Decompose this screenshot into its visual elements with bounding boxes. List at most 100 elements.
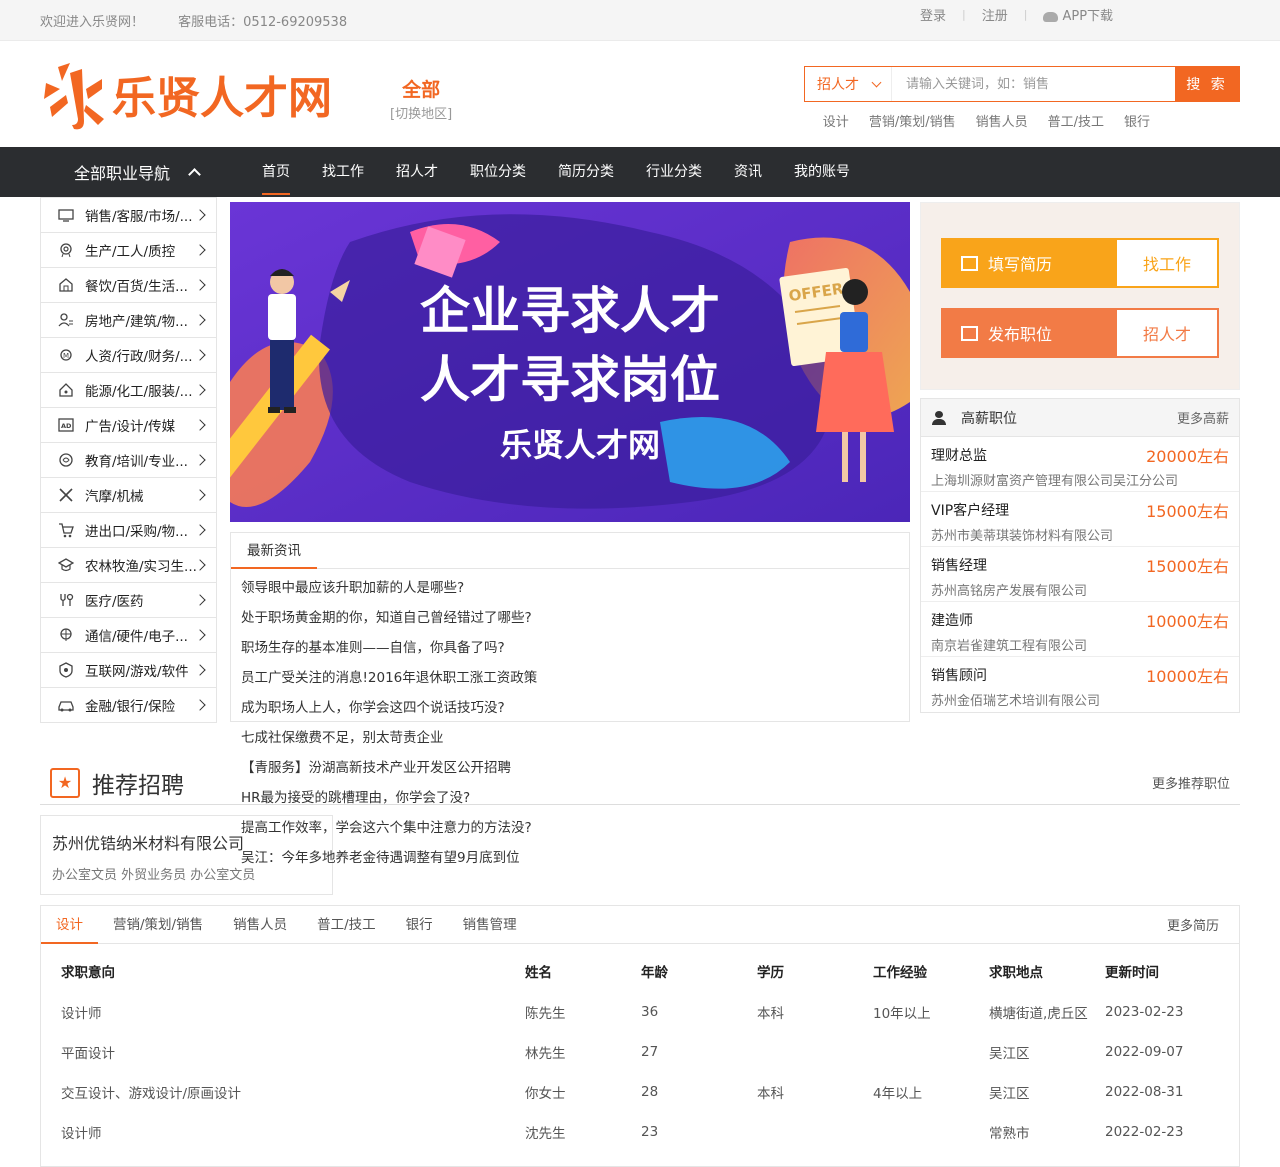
category-sidebar: 销售/客服/市场/... 生产/工人/质控 餐饮/百货/生活... 房地产/建筑… xyxy=(40,197,217,723)
fill-resume-button[interactable]: 填写简历 找工作 xyxy=(941,238,1219,288)
cell-name: 你女士 xyxy=(525,1086,566,1102)
tab-bank[interactable]: 银行 xyxy=(391,906,448,944)
hero-banner[interactable]: OFFER 企业寻求人才 人才寻求岗位 乐贤人才网 xyxy=(230,202,910,522)
nav-item-find-talent[interactable]: 招人才 xyxy=(396,147,438,197)
search-button[interactable]: 搜 索 xyxy=(1175,67,1239,101)
table-header-row: 求职意向 姓名 年龄 学历 工作经验 求职地点 更新时间 xyxy=(61,950,1219,992)
hot-keyword[interactable]: 银行 xyxy=(1124,111,1150,130)
id-card-icon xyxy=(961,325,978,341)
sidebar-item-medical[interactable]: 医疗/医药 xyxy=(41,582,216,617)
post-job-button[interactable]: 发布职位 招人才 xyxy=(941,308,1219,358)
news-item[interactable]: 领导眼中最应该升职加薪的人是哪些? xyxy=(241,573,577,603)
high-salary-job-row[interactable]: VIP客户经理 15000左右 苏州市美蒂琪装饰材料有限公司 xyxy=(921,492,1239,547)
all-categories-toggle[interactable]: 全部职业导航 xyxy=(40,160,216,184)
nav-item-my-account[interactable]: 我的账号 xyxy=(794,147,850,197)
all-categories-label: 全部职业导航 xyxy=(74,164,171,183)
nav-item-home[interactable]: 首页 xyxy=(262,147,290,197)
sidebar-item-telecom[interactable]: 通信/硬件/电子... xyxy=(41,617,216,652)
more-high-salary-link[interactable]: 更多高薪 xyxy=(1177,408,1229,427)
hot-keyword[interactable]: 普工/技工 xyxy=(1048,111,1104,130)
more-resumes-link[interactable]: 更多简历 xyxy=(1167,915,1219,934)
sidebar-item-label: 餐饮/百货/生活... xyxy=(85,279,188,295)
job-company: 苏州高铭房产发展有限公司 xyxy=(931,584,1088,599)
more-recommend-link[interactable]: 更多推荐职位 xyxy=(1152,773,1230,792)
high-salary-job-row[interactable]: 销售经理 15000左右 苏州高铭房产发展有限公司 xyxy=(921,547,1239,602)
news-item[interactable]: 吴江：今年多地养老金待遇调整有望9月底到位 xyxy=(241,843,577,873)
cell-experience: 4年以上 xyxy=(873,1086,923,1102)
nav-item-find-job[interactable]: 找工作 xyxy=(322,147,364,197)
sidebar-item-finance[interactable]: 金融/银行/保险 xyxy=(41,687,216,722)
tab-sales-management[interactable]: 销售管理 xyxy=(448,906,532,944)
sidebar-item-production[interactable]: 生产/工人/质控 xyxy=(41,232,216,267)
high-salary-job-row[interactable]: 销售顾问 10000左右 苏州金佰瑞艺术培训有限公司 xyxy=(921,657,1239,712)
banner-illustration: OFFER 企业寻求人才 人才寻求岗位 乐贤人才网 xyxy=(230,202,910,522)
job-salary: 10000左右 xyxy=(1146,612,1229,631)
divider: | xyxy=(1023,8,1028,21)
sidebar-item-education[interactable]: 教育/培训/专业... xyxy=(41,442,216,477)
main-nav: 全部职业导航 首页 找工作 招人才 职位分类 简历分类 行业分类 资讯 我的账号 xyxy=(0,147,1280,197)
find-talent-label: 招人才 xyxy=(1117,308,1219,358)
register-link[interactable]: 注册 xyxy=(982,5,1008,24)
table-row[interactable]: 设计师 沈先生 23 常熟市 2022-02-23 xyxy=(61,1112,1219,1152)
nav-item-news[interactable]: 资讯 xyxy=(734,147,762,197)
cell-updated: 2023-02-23 xyxy=(1105,1004,1184,1020)
sidebar-item-advertising[interactable]: AD 广告/设计/传媒 xyxy=(41,407,216,442)
network-icon xyxy=(57,627,75,643)
news-item[interactable]: 成为职场人上人，你学会这四个说话技巧没? xyxy=(241,693,577,723)
sidebar-item-label: 互联网/游戏/软件 xyxy=(85,664,189,680)
job-salary: 15000左右 xyxy=(1146,557,1229,576)
tab-design[interactable]: 设计 xyxy=(41,906,98,944)
sidebar-item-hr[interactable]: M 人资/行政/财务/... xyxy=(41,337,216,372)
cell-updated: 2022-09-07 xyxy=(1105,1044,1184,1060)
news-item[interactable]: 职场生存的基本准则——自信，你具备了吗? xyxy=(241,633,577,663)
sidebar-item-label: 能源/化工/服装/... xyxy=(85,384,193,400)
hot-keyword[interactable]: 销售人员 xyxy=(976,111,1028,130)
banner-headline-2: 人才寻求岗位 xyxy=(420,351,720,409)
sidebar-item-agriculture[interactable]: 农林牧渔/实习生... xyxy=(41,547,216,582)
sidebar-item-label: 房地产/建筑/物... xyxy=(85,314,188,330)
high-salary-job-row[interactable]: 建造师 10000左右 南京岩雀建筑工程有限公司 xyxy=(921,602,1239,657)
sidebar-item-label: 进出口/采购/物... xyxy=(85,524,188,540)
news-item[interactable]: 员工广受关注的消息!2016年退休职工涨工资政策 xyxy=(241,663,577,693)
sidebar-item-import-export[interactable]: 进出口/采购/物... xyxy=(41,512,216,547)
job-salary: 20000左右 xyxy=(1146,447,1229,466)
nav-item-industry[interactable]: 行业分类 xyxy=(646,147,702,197)
search-input[interactable] xyxy=(891,67,1175,101)
city-selector[interactable]: 全部 [切换地区] xyxy=(390,75,452,122)
tab-workers[interactable]: 普工/技工 xyxy=(302,906,391,944)
tab-latest-news[interactable]: 最新资讯 xyxy=(231,533,317,569)
news-item[interactable]: 七成社保缴费不足，别太苛责企业 xyxy=(241,723,577,753)
sidebar-item-internet[interactable]: 互联网/游戏/软件 xyxy=(41,652,216,687)
login-link[interactable]: 登录 xyxy=(920,5,946,24)
job-salary: 10000左右 xyxy=(1146,667,1229,686)
sidebar-item-catering[interactable]: 餐饮/百货/生活... xyxy=(41,267,216,302)
tab-sales-staff[interactable]: 销售人员 xyxy=(218,906,302,944)
home-icon xyxy=(57,382,75,398)
site-logo[interactable]: 乐贤人才网 xyxy=(40,59,365,131)
medical-icon xyxy=(57,592,75,608)
job-salary: 15000左右 xyxy=(1146,502,1229,521)
high-salary-title: 高薪职位 xyxy=(961,410,1017,427)
tab-marketing[interactable]: 营销/策划/销售 xyxy=(98,906,218,944)
city-switch[interactable]: [切换地区] xyxy=(390,103,452,122)
cell-intent: 平面设计 xyxy=(61,1046,115,1062)
nav-item-job-categories[interactable]: 职位分类 xyxy=(470,147,526,197)
news-item[interactable]: 提高工作效率，学会这六个集中注意力的方法没? xyxy=(241,813,577,843)
nav-item-resume-categories[interactable]: 简历分类 xyxy=(558,147,614,197)
news-item[interactable]: 处于职场黄金期的你，知道自己曾经错过了哪些? xyxy=(241,603,577,633)
table-row[interactable]: 交互设计、游戏设计/原画设计 你女士 28 本科 4年以上 吴江区 2022-0… xyxy=(61,1072,1219,1112)
table-row[interactable]: 设计师 陈先生 36 本科 10年以上 横塘街道,虎丘区 2023-02-23 xyxy=(61,992,1219,1032)
svg-text:AD: AD xyxy=(61,422,72,430)
cell-education: 本科 xyxy=(757,1086,784,1102)
hot-keyword[interactable]: 营销/策划/销售 xyxy=(869,111,956,130)
building-icon xyxy=(57,312,75,328)
sidebar-item-automotive[interactable]: 汽摩/机械 xyxy=(41,477,216,512)
search-type-dropdown[interactable]: 招人才 xyxy=(805,67,891,101)
table-row[interactable]: 平面设计 林先生 27 吴江区 2022-09-07 xyxy=(61,1032,1219,1072)
hot-keyword[interactable]: 设计 xyxy=(823,111,849,130)
sidebar-item-energy[interactable]: 能源/化工/服装/... xyxy=(41,372,216,407)
sidebar-item-sales[interactable]: 销售/客服/市场/... xyxy=(41,197,216,232)
app-download-link[interactable]: APP下载 xyxy=(1043,5,1113,24)
high-salary-job-row[interactable]: 理财总监 20000左右 上海圳源财富资产管理有限公司吴江分公司 xyxy=(921,437,1239,492)
sidebar-item-realestate[interactable]: 房地产/建筑/物... xyxy=(41,302,216,337)
